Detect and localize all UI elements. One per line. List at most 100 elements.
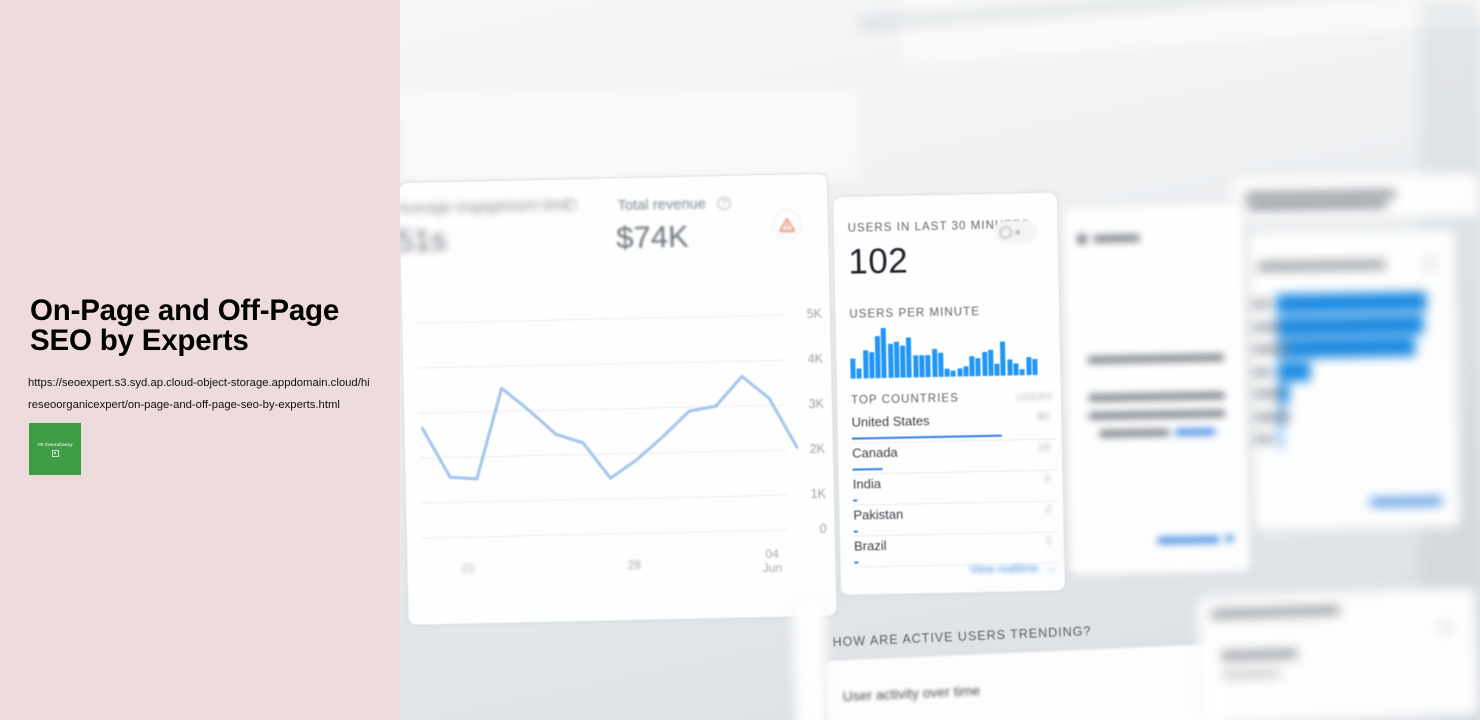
users-per-minute-bar — [944, 368, 950, 377]
surface-highlight — [400, 90, 860, 180]
user-activity-over-time-title: User activity over time — [842, 682, 981, 705]
users-per-minute-bar — [994, 363, 1000, 376]
arrow-right-icon: → — [1044, 562, 1057, 575]
top-countries-label: TOP COUNTRIES — [850, 392, 960, 407]
arrow-right-icon — [1225, 534, 1234, 542]
users-per-minute-bar — [931, 348, 938, 378]
insights-body-line — [1099, 428, 1170, 438]
channel-label-text — [1253, 368, 1272, 376]
users-per-minute-bar — [1000, 341, 1007, 376]
channel-bar — [1276, 314, 1424, 336]
users-per-minute-bar — [868, 352, 875, 379]
x-axis-tick: 28 — [627, 557, 642, 573]
view-all-insights-link[interactable] — [1157, 536, 1220, 545]
users-per-minute-bar — [988, 349, 994, 376]
insights-card — [1062, 202, 1252, 576]
channel-label-text — [1252, 300, 1271, 308]
dashboard-top-right-card — [1230, 171, 1480, 222]
horizontal-bar-chart — [1249, 229, 1455, 449]
country-bar — [853, 499, 858, 502]
x-axis-tick-month: Jun — [762, 560, 783, 576]
country-bar — [852, 467, 883, 471]
country-row[interactable]: Pakistan 2 — [853, 501, 1058, 537]
new-users-channel-card — [1248, 228, 1462, 532]
users-per-minute-bar — [963, 366, 969, 377]
sparkle-icon — [1075, 232, 1089, 246]
channel-bar — [1278, 429, 1282, 449]
users-per-minute-bar — [1007, 359, 1013, 376]
country-users-count: 80 — [1037, 410, 1050, 423]
users-per-minute-bar — [893, 341, 900, 378]
users-per-minute-bar — [874, 336, 881, 379]
country-name: India — [852, 476, 882, 492]
users-per-minute-bar — [887, 343, 894, 378]
page-url[interactable]: https://seoexpert.s3.syd.ap.cloud-object… — [28, 372, 373, 416]
user-activity-card: User activity over time — [824, 642, 1228, 720]
question-circle-icon — [1439, 620, 1453, 634]
card-subtitle-placeholder — [1221, 670, 1280, 679]
view-realtime-link[interactable]: View realtime — [970, 563, 1039, 576]
card-title-placeholder — [1211, 606, 1340, 619]
bars-chart-title-text — [1257, 260, 1386, 271]
users-column-header: USERS — [1016, 391, 1054, 404]
users-per-minute-bar — [956, 368, 963, 377]
view-traffic-acquisition-link[interactable] — [1369, 497, 1443, 506]
users-per-minute-bar — [912, 355, 919, 378]
article-overlay-panel: On-Page and Off-Page SEO by Experts http… — [0, 0, 400, 720]
country-users-count: 2 — [1044, 472, 1051, 485]
users-per-minute-bar — [900, 345, 906, 378]
logo[interactable]: YE Consultancy — [29, 423, 81, 475]
channel-bar — [1276, 291, 1427, 314]
logo-mark-icon — [51, 449, 59, 457]
insights-body-line — [1088, 391, 1225, 402]
users-per-minute-bar — [1019, 369, 1025, 376]
x-axis-tick: 21 — [461, 561, 476, 576]
insights-learn-more-link[interactable] — [1175, 428, 1216, 436]
country-name: Pakistan — [853, 506, 904, 523]
insights-title-text — [1093, 234, 1140, 243]
active-users-trending-title: HOW ARE ACTIVE USERS TRENDING? — [832, 624, 1092, 650]
dashboard-bottom-right-card — [1196, 586, 1480, 720]
channel-label-text — [1253, 390, 1282, 398]
users-per-minute-bar — [906, 337, 913, 378]
users-per-minute-bar — [919, 355, 925, 378]
country-row[interactable]: Canada 16 — [851, 439, 1057, 475]
users-per-minute-bar — [950, 370, 956, 377]
page-title: On-Page and Off-Page SEO by Experts — [30, 294, 340, 357]
users-per-minute-bar — [1013, 363, 1019, 376]
logo-text: YE Consultancy — [37, 441, 73, 447]
users-per-minute-bar — [862, 350, 869, 379]
users-per-minute-bar — [850, 358, 856, 379]
users-per-minute-bar — [975, 358, 981, 377]
metrics-chart-card: Average engagement time ? 51s Total reve… — [398, 172, 838, 626]
insights-body-line — [1087, 353, 1225, 364]
country-row[interactable]: India 2 — [852, 470, 1058, 506]
users-count: 102 — [847, 241, 909, 282]
channel-label-text — [1254, 435, 1273, 443]
country-name: Canada — [852, 444, 898, 461]
x-axis-tick-day: 04 — [765, 546, 780, 562]
country-bar — [854, 561, 859, 564]
country-bar — [851, 434, 1002, 440]
question-circle-icon — [1423, 257, 1436, 270]
users-per-minute-label: USERS PER MINUTE — [849, 306, 981, 321]
country-row[interactable]: United States 80 — [851, 408, 1056, 444]
users-per-minute-bar — [981, 351, 988, 377]
users-per-minute-bar — [880, 327, 887, 379]
channel-label-text — [1254, 412, 1291, 421]
users-per-minute-chart — [850, 323, 1039, 379]
country-name: Brazil — [853, 537, 887, 554]
channel-bar — [1277, 361, 1311, 381]
insights-body-line — [1088, 409, 1226, 420]
clock-icon[interactable] — [993, 219, 1038, 244]
dashboard-left-sliver-card — [790, 598, 831, 720]
users-per-minute-bar — [856, 368, 862, 379]
users-per-minute-bar — [1025, 357, 1032, 376]
users-per-minute-bar — [1031, 358, 1038, 376]
country-name: United States — [851, 413, 930, 430]
top-countries-list: United States 80 Canada 16 India 2 Pakistan 2 Br… — [833, 192, 1059, 568]
country-bar — [853, 530, 858, 533]
users-per-minute-bar — [937, 352, 944, 377]
channel-label-text — [1252, 322, 1280, 331]
realtime-users-card: USERS IN LAST 30 MINUTES 102 USERS PER M… — [832, 191, 1066, 596]
